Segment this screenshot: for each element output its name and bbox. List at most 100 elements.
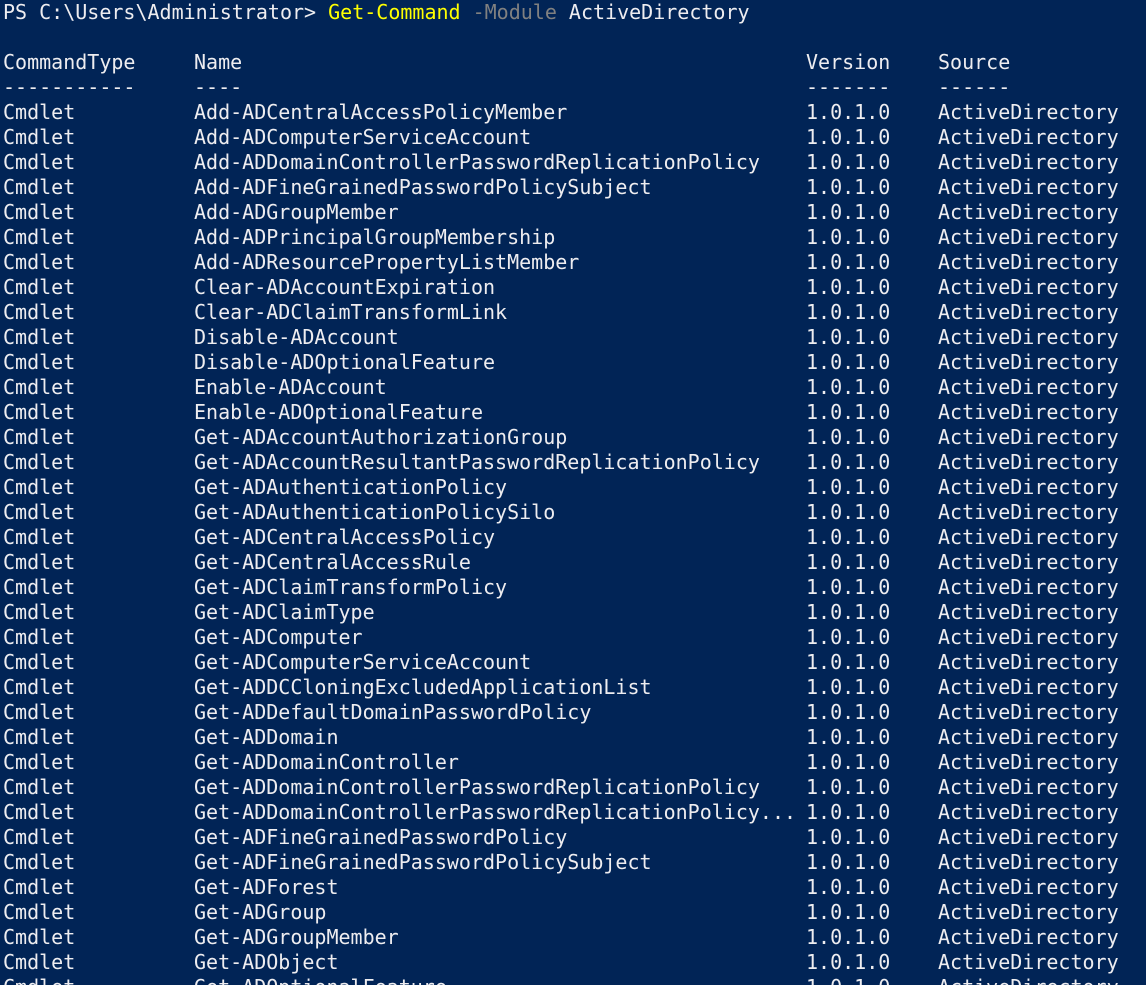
table-row-command-type: Cmdlet — [3, 550, 76, 574]
table-row: Cmdlet Get-ADForest 1.0.1.0 ActiveDirectory — [3, 875, 1143, 900]
table-row-command-version: 1.0.1.0 — [806, 675, 891, 699]
table-row-command-source: ActiveDirectory — [938, 325, 1119, 349]
table-row-command-source: ActiveDirectory — [938, 750, 1119, 774]
table-row-command-source: ActiveDirectory — [938, 875, 1119, 899]
table-row-command-name: Get-ADForest — [194, 875, 339, 899]
table-row: Cmdlet Disable-ADAccount 1.0.1.0 ActiveDire… — [3, 325, 1143, 350]
prompt-path: PS C:\Users\Administrator> — [3, 0, 329, 24]
table-row: Cmdlet Get-ADDomain 1.0.1.0 ActiveDirectory — [3, 725, 1143, 750]
table-row-command-type: Cmdlet — [3, 150, 76, 174]
table-row: Cmdlet Get-ADAccountAuthorizationGroup 1.0… — [3, 425, 1143, 450]
table-row-command-source: ActiveDirectory — [938, 900, 1119, 924]
table-row-command-type: Cmdlet — [3, 275, 76, 299]
table-row-command-source: ActiveDirectory — [938, 800, 1119, 824]
table-row-command-version: 1.0.1.0 — [806, 300, 891, 324]
table-header-command-name: Name — [194, 50, 243, 74]
table-row: Cmdlet Get-ADDefaultDomainPasswordPolicy 1… — [3, 700, 1143, 725]
table-row-command-version: 1.0.1.0 — [806, 150, 891, 174]
table-row: Cmdlet Get-ADObject 1.0.1.0 ActiveDirectory — [3, 950, 1143, 975]
table-row-command-version: 1.0.1.0 — [806, 775, 891, 799]
table-row-command-source: ActiveDirectory — [938, 550, 1119, 574]
table-row: Cmdlet Get-ADCentralAccessPolicy 1.0.1.0 Ac… — [3, 525, 1143, 550]
table-row: Cmdlet Get-ADCentralAccessRule 1.0.1.0 Acti… — [3, 550, 1143, 575]
table-row-command-source: ActiveDirectory — [938, 925, 1119, 949]
table-row: Cmdlet Clear-ADClaimTransformLink 1.0.1.0 A… — [3, 300, 1143, 325]
table-row-command-type: Cmdlet — [3, 350, 76, 374]
table-row-command-type: Cmdlet — [3, 925, 76, 949]
table-row: Cmdlet Get-ADDomainControllerPasswordRepl… — [3, 775, 1143, 800]
table-row-command-version: 1.0.1.0 — [806, 175, 891, 199]
table-row-command-name: Get-ADFineGrainedPasswordPolicySubject — [194, 850, 652, 874]
table-row: Cmdlet Add-ADDomainControllerPasswordRepl… — [3, 150, 1143, 175]
table-row-command-type: Cmdlet — [3, 225, 76, 249]
table-row-command-type: Cmdlet — [3, 450, 76, 474]
powershell-console[interactable]: PS C:\Users\Administrator> Get-Command -… — [0, 0, 1146, 985]
table-header-command-version: Version — [806, 50, 891, 74]
table-row-command-type: Cmdlet — [3, 825, 76, 849]
table-row-command-name: Get-ADAuthenticationPolicySilo — [194, 500, 556, 524]
table-row-command-version: 1.0.1.0 — [806, 200, 891, 224]
table-row-command-name: Get-ADComputer — [194, 625, 363, 649]
table-row-command-type: Cmdlet — [3, 675, 76, 699]
table-row-command-source: ActiveDirectory — [938, 450, 1119, 474]
table-row: Cmdlet Get-ADDomainControllerPasswordRepl… — [3, 800, 1143, 825]
table-row-command-version: 1.0.1.0 — [806, 250, 891, 274]
table-row-command-version: 1.0.1.0 — [806, 700, 891, 724]
table-row: Cmdlet Add-ADGroupMember 1.0.1.0 ActiveDire… — [3, 200, 1143, 225]
table-row-command-type: Cmdlet — [3, 475, 76, 499]
table-row-command-name: Add-ADDomainControllerPasswordReplicatio… — [194, 150, 760, 174]
table-row-command-type: Cmdlet — [3, 950, 76, 974]
table-row-command-source: ActiveDirectory — [938, 575, 1119, 599]
table-row-command-source: ActiveDirectory — [938, 150, 1119, 174]
table-row-command-name: Get-ADOptionalFeature — [194, 975, 447, 985]
table-row-command-name: Add-ADCentralAccessPolicyMember — [194, 100, 568, 124]
table-row: Cmdlet Get-ADAuthenticationPolicySilo 1.0.… — [3, 500, 1143, 525]
table-header: CommandType Name Version Source — [3, 50, 1143, 75]
table-row-command-type: Cmdlet — [3, 975, 75, 985]
table-row-command-name: Get-ADClaimTransformPolicy — [194, 575, 508, 599]
table-header-underline-command-source: ------ — [938, 75, 1011, 99]
table-row-command-version: 1.0.1.0 — [806, 650, 891, 674]
table-row-command-type: Cmdlet — [3, 650, 76, 674]
table-row-command-source: ActiveDirectory — [938, 100, 1119, 124]
table-row-command-source: ActiveDirectory — [938, 825, 1119, 849]
table-row-command-name: Get-ADAccountAuthorizationGroup — [194, 425, 568, 449]
table-row-command-source: ActiveDirectory — [938, 725, 1119, 749]
table-row-command-name: Get-ADAuthenticationPolicy — [194, 475, 508, 499]
table-row-command-source: ActiveDirectory — [938, 125, 1119, 149]
table-row-command-version: 1.0.1.0 — [806, 925, 891, 949]
table-row-command-name: Disable-ADOptionalFeature — [194, 350, 496, 374]
table-row-command-version: 1.0.1.0 — [806, 125, 891, 149]
table-row-command-type: Cmdlet — [3, 850, 76, 874]
table-row-command-source: ActiveDirectory — [938, 275, 1119, 299]
table-row-command-version: 1.0.1.0 — [806, 550, 891, 574]
table-row-command-name: Add-ADComputerServiceAccount — [194, 125, 532, 149]
table-row-command-version: 1.0.1.0 — [806, 350, 891, 374]
table-row-command-name: Get-ADDomainControllerPasswordReplicatio… — [194, 775, 760, 799]
table-row-command-name: Enable-ADOptionalFeature — [194, 400, 483, 424]
table-row-command-version: 1.0.1.0 — [806, 400, 891, 424]
table-row: Cmdlet Get-ADClaimTransformPolicy 1.0.1.0 A… — [3, 575, 1143, 600]
table-row-command-type: Cmdlet — [3, 625, 76, 649]
table-row-command-source: ActiveDirectory — [938, 525, 1119, 549]
table-row-command-version: 1.0.1.0 — [806, 600, 891, 624]
table-row-command-type: Cmdlet — [3, 600, 76, 624]
table-row-command-version: 1.0.1.0 — [806, 825, 891, 849]
table-row-command-source: ActiveDirectory — [938, 375, 1119, 399]
table-header-underline-command-version: ------- — [806, 75, 891, 99]
table-row-command-version: 1.0.1.0 — [806, 950, 891, 974]
table-row-command-source: ActiveDirectory — [938, 350, 1119, 374]
table-row-command-source: ActiveDirectory — [938, 400, 1119, 424]
table-row-command-version: 1.0.1.0 — [806, 725, 891, 749]
table-header-underline-command-name: ---- — [194, 75, 243, 99]
table-row-command-version: 1.0.1.0 — [806, 575, 891, 599]
table-row-command-name: Add-ADPrincipalGroupMembership — [194, 225, 556, 249]
table-row: Cmdlet Disable-ADOptionalFeature 1.0.1.0 Ac… — [3, 350, 1143, 375]
table-row-command-type: Cmdlet — [3, 750, 76, 774]
table-row-command-type: Cmdlet — [3, 725, 76, 749]
prompt-line: PS C:\Users\Administrator> Get-Command -… — [3, 0, 750, 25]
table-row-command-type: Cmdlet — [3, 200, 76, 224]
table-row-command-version: 1.0.1.0 — [806, 525, 891, 549]
table-row-command-version: 1.0.1.0 — [806, 900, 891, 924]
table-row-command-type: Cmdlet — [3, 425, 76, 449]
